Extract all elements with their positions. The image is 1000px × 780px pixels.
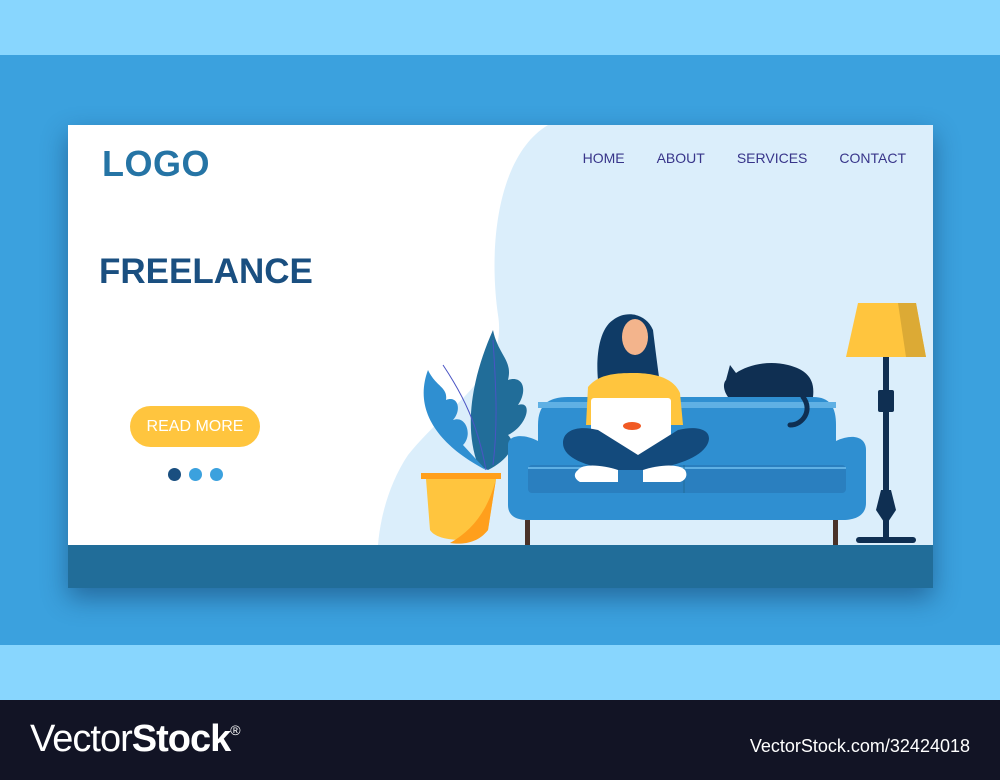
read-more-button[interactable]: READ MORE <box>130 406 260 447</box>
vectorstock-logo: VectorStock® <box>30 718 241 761</box>
nav-item-home[interactable]: HOME <box>583 150 625 166</box>
background-top-band <box>0 0 1000 55</box>
registered-mark: ® <box>230 722 240 738</box>
hero-title: FREELANCE <box>99 252 313 291</box>
nav-item-about[interactable]: ABOUT <box>657 150 705 166</box>
illustration <box>421 303 926 545</box>
image-reference: VectorStock.com/32424018 <box>749 736 970 756</box>
slider-dot-2[interactable] <box>189 468 202 481</box>
nav-item-contact[interactable]: CONTACT <box>839 150 906 166</box>
slider-pagination <box>168 468 223 481</box>
nav-item-services[interactable]: SERVICES <box>737 150 808 166</box>
slider-dot-3[interactable] <box>210 468 223 481</box>
landing-page-card: LOGO HOME ABOUT SERVICES CONTACT FREELAN… <box>68 125 933 588</box>
slider-dot-1[interactable] <box>168 468 181 481</box>
main-nav: HOME ABOUT SERVICES CONTACT <box>583 150 906 166</box>
logo[interactable]: LOGO <box>102 143 210 185</box>
background-bottom-band <box>0 645 1000 700</box>
sofa-icon <box>508 397 866 545</box>
brand-light: Vector <box>30 718 133 760</box>
watermark-footer: VectorStock® VectorStock.com/32424018 <box>0 700 1000 780</box>
brand-bold: Stock <box>131 718 231 760</box>
